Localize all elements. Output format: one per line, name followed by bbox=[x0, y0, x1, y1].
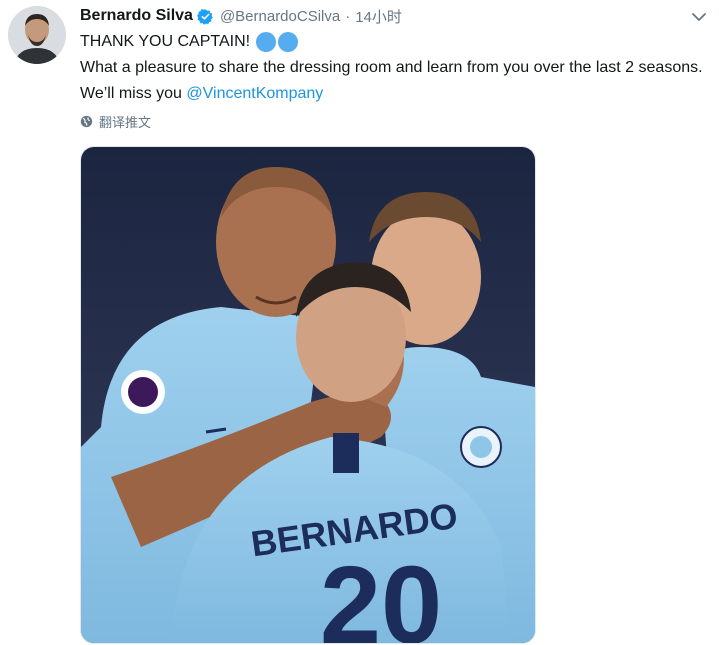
translate-label: 翻译推文 bbox=[99, 114, 152, 130]
collar-text: CITY bbox=[343, 438, 359, 445]
tweet-header: Bernardo Silva @BernardoCSilva · 14小时 bbox=[80, 5, 402, 27]
tweet-text-body: What a pleasure to share the dressing ro… bbox=[80, 55, 710, 107]
tweet-photo[interactable]: CITY BERNARDO 20 bbox=[80, 146, 536, 644]
mention-link[interactable]: @VincentKompany bbox=[186, 85, 323, 102]
avatar-photo bbox=[8, 6, 66, 64]
timestamp[interactable]: 14小时 bbox=[355, 6, 402, 27]
jersey-number: 20 bbox=[320, 544, 442, 643]
avatar[interactable] bbox=[8, 6, 66, 64]
handle[interactable]: @BernardoCSilva bbox=[220, 8, 340, 25]
display-name[interactable]: Bernardo Silva bbox=[80, 7, 193, 25]
translate-tweet-link[interactable]: 翻译推文 bbox=[80, 112, 151, 130]
separator-dot: · bbox=[345, 7, 351, 25]
blue-circle-emoji bbox=[256, 31, 300, 52]
photo-illustration: CITY BERNARDO 20 bbox=[81, 147, 535, 643]
tweet-body-text: What a pleasure to share the dressing ro… bbox=[80, 59, 703, 102]
globe-icon bbox=[80, 115, 93, 127]
verified-badge-icon bbox=[196, 8, 213, 25]
chevron-down-icon[interactable] bbox=[691, 9, 707, 25]
tweet-text: THANK YOU CAPTAIN! What a pleasure to sh… bbox=[80, 29, 710, 107]
tweet-text-heading: THANK YOU CAPTAIN! bbox=[80, 33, 251, 50]
tweet-text-line1: THANK YOU CAPTAIN! bbox=[80, 29, 710, 55]
